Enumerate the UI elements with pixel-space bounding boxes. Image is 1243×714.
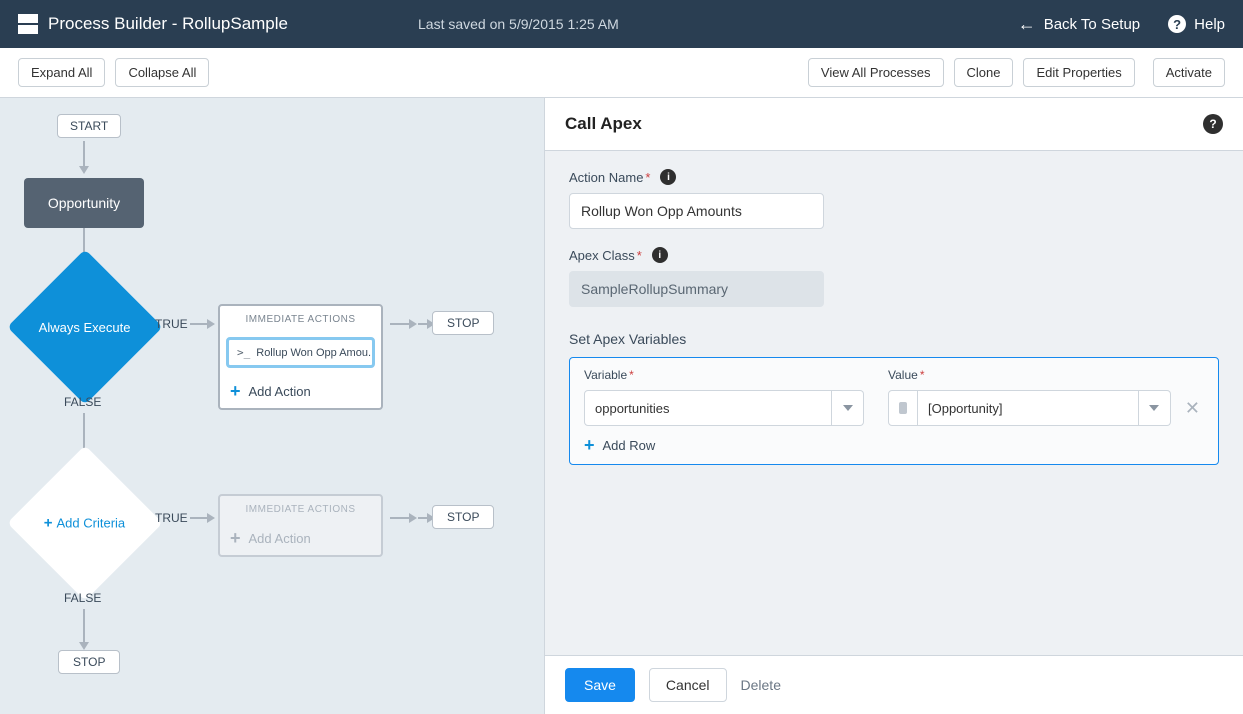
panel-title: Call Apex <box>565 114 1203 134</box>
criteria-node-1[interactable]: Always Execute <box>30 272 140 382</box>
plus-icon: + <box>584 436 595 454</box>
help-label: Help <box>1194 16 1225 33</box>
variable-col-label: Variable* <box>584 368 864 382</box>
back-label: Back To Setup <box>1044 16 1140 33</box>
collapse-all-button[interactable]: Collapse All <box>115 58 209 87</box>
value-combo[interactable]: [Opportunity] <box>888 390 1171 426</box>
true-label-1: TRUE <box>155 317 188 331</box>
stop-node-1[interactable]: STOP <box>432 311 494 335</box>
variable-value: opportunities <box>584 390 832 426</box>
start-node[interactable]: START <box>57 114 121 138</box>
add-criteria-label: Add Criteria <box>57 516 126 531</box>
edit-properties-button[interactable]: Edit Properties <box>1023 58 1134 87</box>
clone-button[interactable]: Clone <box>954 58 1014 87</box>
detail-panel: Call Apex ? Action Name* i Apex Class* i… <box>545 98 1243 714</box>
stop-node-2[interactable]: STOP <box>432 505 494 529</box>
back-to-setup-link[interactable]: ← Back To Setup <box>1018 14 1140 35</box>
app-title: Process Builder - RollupSample <box>48 14 288 34</box>
flow-canvas[interactable]: START Opportunity Always Execute TRUE IM… <box>0 98 545 714</box>
delete-link[interactable]: Delete <box>741 677 781 693</box>
false-label-2: FALSE <box>64 591 101 605</box>
toolbar: Expand All Collapse All View All Process… <box>0 48 1243 98</box>
true-label-2: TRUE <box>155 511 188 525</box>
actions-head-2: IMMEDIATE ACTIONS <box>220 496 381 521</box>
add-action-1[interactable]: + Add Action <box>220 374 381 408</box>
chevron-down-icon[interactable] <box>832 390 864 426</box>
info-icon[interactable]: i <box>660 169 676 185</box>
last-saved: Last saved on 5/9/2015 1:25 AM <box>418 16 619 32</box>
save-button[interactable]: Save <box>565 668 635 702</box>
action-name-label: Action Name* i <box>569 169 1219 185</box>
add-row-button[interactable]: + Add Row <box>570 426 1218 454</box>
panel-footer: Save Cancel Delete <box>545 655 1243 714</box>
cancel-button[interactable]: Cancel <box>649 668 727 702</box>
add-action-label: Add Action <box>249 384 311 399</box>
panel-header: Call Apex ? <box>545 98 1243 151</box>
stop-node-3[interactable]: STOP <box>58 650 120 674</box>
activate-button[interactable]: Activate <box>1153 58 1225 87</box>
plus-icon: + <box>230 529 241 547</box>
top-bar: Process Builder - RollupSample Last save… <box>0 0 1243 48</box>
add-row-label: Add Row <box>603 438 656 453</box>
arrow-left-icon: ← <box>1018 14 1036 35</box>
terminal-icon: >_ <box>237 346 250 359</box>
criteria-node-add[interactable]: + Add Criteria <box>30 468 140 578</box>
value-value: [Opportunity] <box>918 390 1139 426</box>
action-item-1[interactable]: >_ Rollup Won Opp Amou... <box>226 337 375 368</box>
set-apex-variables-label: Set Apex Variables <box>569 331 1219 347</box>
actions-head-1: IMMEDIATE ACTIONS <box>220 306 381 331</box>
criteria-label: Always Execute <box>39 319 131 334</box>
actions-box-1: IMMEDIATE ACTIONS >_ Rollup Won Opp Amou… <box>218 304 383 410</box>
actions-box-2: IMMEDIATE ACTIONS + Add Action <box>218 494 383 557</box>
plus-icon: + <box>44 515 53 532</box>
action-name-input[interactable] <box>569 193 824 229</box>
object-label: Opportunity <box>48 195 120 211</box>
plus-icon: + <box>230 382 241 400</box>
action-item-label: Rollup Won Opp Amou... <box>256 347 375 359</box>
app-icon <box>18 14 38 34</box>
help-link[interactable]: ? Help <box>1168 15 1225 33</box>
chevron-down-icon[interactable] <box>1139 390 1171 426</box>
apex-class-label: Apex Class* i <box>569 247 1219 263</box>
flow-ref-icon <box>888 390 918 426</box>
add-action-label-2: Add Action <box>249 531 311 546</box>
value-col-label: Value* <box>888 368 1204 382</box>
variable-combo[interactable]: opportunities <box>584 390 864 426</box>
apex-class-input[interactable] <box>569 271 824 307</box>
remove-row-button[interactable]: ✕ <box>1181 398 1204 419</box>
help-icon[interactable]: ? <box>1203 114 1223 134</box>
false-label-1: FALSE <box>64 395 101 409</box>
info-icon[interactable]: i <box>652 247 668 263</box>
object-node[interactable]: Opportunity <box>24 178 144 228</box>
expand-all-button[interactable]: Expand All <box>18 58 105 87</box>
apex-variables-box: Variable* opportunities Value* <box>569 357 1219 465</box>
add-action-2: + Add Action <box>220 521 381 555</box>
help-icon: ? <box>1168 15 1186 33</box>
view-all-processes-button[interactable]: View All Processes <box>808 58 944 87</box>
